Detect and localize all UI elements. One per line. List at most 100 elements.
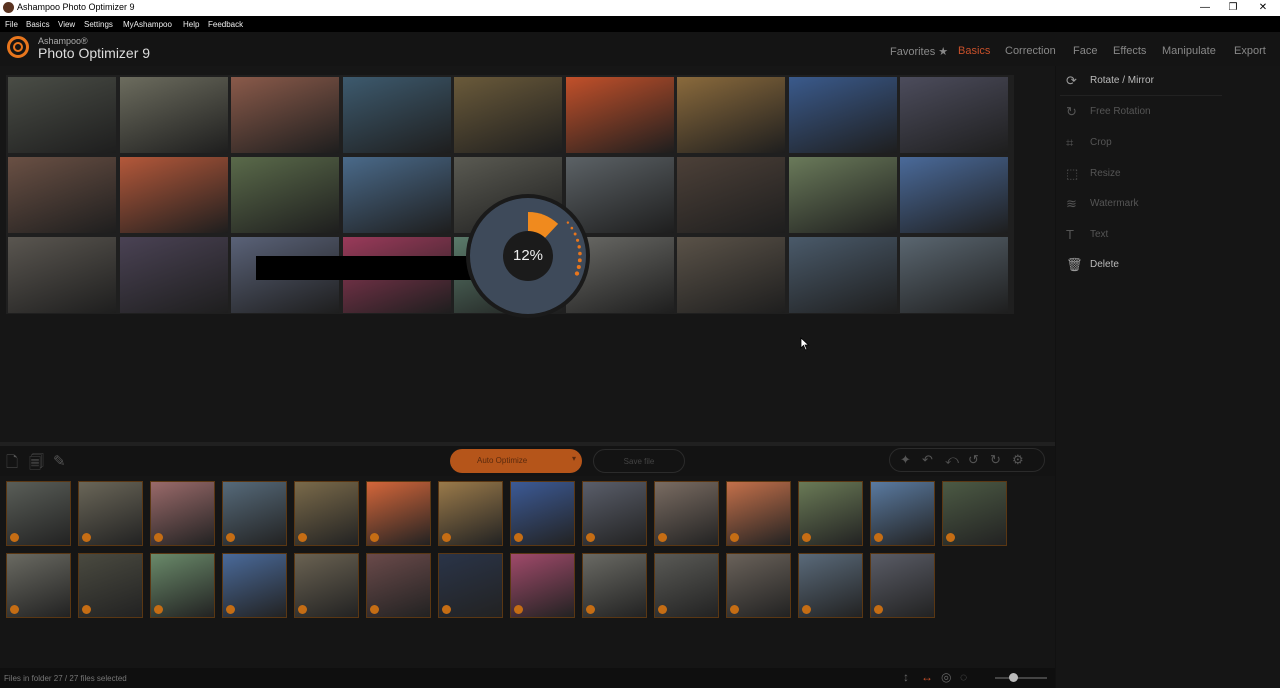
photo-tile[interactable] xyxy=(342,157,451,233)
tab-favorites[interactable]: Favorites ★ xyxy=(890,45,948,58)
filmstrip-thumbnail[interactable] xyxy=(366,481,431,546)
photo-tile[interactable] xyxy=(900,157,1008,233)
photo-tile[interactable] xyxy=(119,237,228,313)
tab-manipulate[interactable]: Manipulate xyxy=(1162,45,1216,57)
filmstrip-thumbnail[interactable] xyxy=(510,553,575,618)
compare-icon[interactable]: ◎ xyxy=(941,670,951,684)
filmstrip-thumbnail[interactable] xyxy=(654,481,719,546)
vertical-split-icon[interactable]: ↕ xyxy=(903,670,909,684)
filmstrip-thumbnail[interactable] xyxy=(150,481,215,546)
filmstrip-thumbnail[interactable] xyxy=(78,553,143,618)
photo-tile[interactable] xyxy=(8,77,116,153)
zoom-slider-handle[interactable] xyxy=(1009,673,1018,682)
brush-icon[interactable]: ✎ xyxy=(53,452,66,470)
rotate-left-icon[interactable]: ↺ xyxy=(968,452,979,468)
tab-correction[interactable]: Correction xyxy=(1005,45,1056,57)
filmstrip-thumbnail[interactable] xyxy=(78,481,143,546)
undo-icon[interactable]: ↶ xyxy=(922,452,933,468)
folder-icon[interactable]: 🗐 xyxy=(29,452,44,477)
watermark-item[interactable]: ≋ Watermark xyxy=(1066,196,1139,211)
photo-tile[interactable] xyxy=(788,77,897,153)
filmstrip-thumbnail[interactable] xyxy=(222,481,287,546)
rotate-mirror-item[interactable]: ⟳ Rotate / Mirror xyxy=(1066,73,1154,88)
filmstrip-thumbnail[interactable] xyxy=(222,553,287,618)
menu-file[interactable]: File xyxy=(5,20,18,29)
filmstrip-thumbnail[interactable] xyxy=(942,481,1007,546)
optimized-badge-icon xyxy=(298,533,307,542)
photo-tile[interactable] xyxy=(8,157,116,233)
resize-item[interactable]: ⬚ Resize xyxy=(1066,166,1121,181)
crop-icon: ⌗ xyxy=(1066,135,1074,150)
filmstrip-thumbnail[interactable] xyxy=(150,553,215,618)
filmstrip-thumbnail[interactable] xyxy=(798,553,863,618)
progress-dot xyxy=(574,271,580,276)
tab-export[interactable]: Export xyxy=(1234,45,1266,57)
chevron-down-icon[interactable]: ▾ xyxy=(572,454,576,463)
photo-tile[interactable] xyxy=(454,77,562,153)
filmstrip-thumbnail[interactable] xyxy=(726,553,791,618)
zoom-slider[interactable] xyxy=(995,677,1047,679)
filmstrip-thumbnail[interactable] xyxy=(6,481,71,546)
photo-tile[interactable] xyxy=(788,157,897,233)
optimized-badge-icon xyxy=(658,533,667,542)
minimize-button[interactable]: — xyxy=(1190,1,1220,14)
filmstrip-thumbnail[interactable] xyxy=(582,553,647,618)
save-file-button[interactable]: Save file xyxy=(593,449,685,473)
photo-tile[interactable] xyxy=(342,77,451,153)
filmstrip-thumbnail[interactable] xyxy=(6,553,71,618)
free-rotation-icon: ↻ xyxy=(1066,104,1077,119)
horizontal-split-icon[interactable]: ↔ xyxy=(921,670,933,684)
auto-optimize-label: Auto Optimize xyxy=(477,456,528,465)
filmstrip-thumbnail[interactable] xyxy=(510,481,575,546)
add-file-icon[interactable]: 🗋 xyxy=(6,452,18,477)
menu-myashampoo[interactable]: MyAshampoo xyxy=(123,20,172,29)
photo-tile[interactable] xyxy=(677,237,785,313)
menu-view[interactable]: View xyxy=(58,20,75,29)
photo-tile[interactable] xyxy=(565,77,674,153)
optimized-badge-icon xyxy=(226,533,235,542)
photo-tile[interactable] xyxy=(900,77,1008,153)
text-item[interactable]: T Text xyxy=(1066,227,1108,242)
magic-wand-icon[interactable]: ✦ xyxy=(900,452,911,468)
auto-optimize-button[interactable]: Auto Optimize ▾ xyxy=(450,449,582,473)
menu-basics[interactable]: Basics xyxy=(26,20,50,29)
settings-gear-icon[interactable]: ⚙ xyxy=(1012,452,1024,468)
filmstrip-thumbnail[interactable] xyxy=(366,553,431,618)
filmstrip-thumbnail[interactable] xyxy=(870,481,935,546)
loading-icon[interactable]: ◌ xyxy=(960,670,967,684)
tab-basics[interactable]: Basics xyxy=(958,45,990,57)
filmstrip-thumbnail[interactable] xyxy=(294,553,359,618)
photo-tile[interactable] xyxy=(231,77,339,153)
photo-tile[interactable] xyxy=(677,77,785,153)
free-rotation-item[interactable]: ↻ Free Rotation xyxy=(1066,104,1151,119)
rotate-right-icon[interactable]: ↻ xyxy=(990,452,1001,468)
filmstrip-thumbnail[interactable] xyxy=(438,553,503,618)
photo-tile[interactable] xyxy=(788,237,897,313)
crop-item[interactable]: ⌗ Crop xyxy=(1066,135,1112,150)
menu-settings[interactable]: Settings xyxy=(84,20,113,29)
photo-tile[interactable] xyxy=(119,77,228,153)
photo-tile[interactable] xyxy=(900,237,1008,313)
delete-item[interactable]: 🗑 Delete xyxy=(1066,257,1119,272)
photo-tile[interactable] xyxy=(677,157,785,233)
filmstrip-thumbnail[interactable] xyxy=(870,553,935,618)
watermark-label: Watermark xyxy=(1090,198,1139,210)
progress-dot xyxy=(573,232,577,236)
filmstrip-thumbnail[interactable] xyxy=(438,481,503,546)
filmstrip-thumbnail[interactable] xyxy=(798,481,863,546)
optimized-badge-icon xyxy=(442,605,451,614)
filmstrip-thumbnail[interactable] xyxy=(654,553,719,618)
filmstrip-thumbnail[interactable] xyxy=(582,481,647,546)
photo-tile[interactable] xyxy=(119,157,228,233)
undo-all-icon[interactable]: ⤺ xyxy=(945,452,959,468)
tab-face[interactable]: Face xyxy=(1073,45,1097,57)
photo-tile[interactable] xyxy=(8,237,116,313)
close-button[interactable]: ✕ xyxy=(1248,1,1278,14)
menu-help[interactable]: Help xyxy=(183,20,199,29)
tab-effects[interactable]: Effects xyxy=(1113,45,1146,57)
maximize-button[interactable]: ❐ xyxy=(1218,1,1248,14)
filmstrip-thumbnail[interactable] xyxy=(294,481,359,546)
filmstrip-thumbnail[interactable] xyxy=(726,481,791,546)
menu-feedback[interactable]: Feedback xyxy=(208,20,243,29)
photo-tile[interactable] xyxy=(231,157,339,233)
